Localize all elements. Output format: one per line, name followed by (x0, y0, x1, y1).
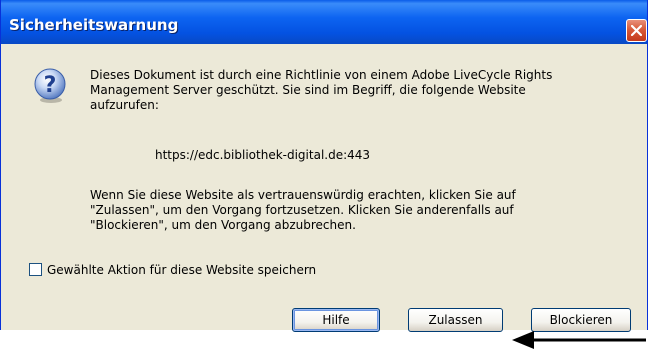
message-line: "Zulassen", um den Vorgang fortzusetzen.… (90, 203, 514, 217)
question-icon: ? (34, 68, 66, 103)
close-button[interactable] (626, 19, 647, 42)
allow-button[interactable]: Zulassen (408, 308, 503, 332)
message-line: Management Server geschützt. Sie sind im… (90, 83, 526, 97)
svg-text:?: ? (44, 73, 57, 98)
block-button[interactable]: Blockieren (531, 308, 631, 332)
remember-checkbox-label[interactable]: Gewählte Aktion für diese Website speich… (47, 263, 316, 277)
message-line: Dieses Dokument ist durch eine Richtlini… (90, 68, 553, 82)
close-icon (631, 25, 642, 36)
dialog-title: Sicherheitswarnung (9, 16, 179, 34)
message-line: aufzurufen: (90, 98, 159, 112)
security-warning-dialog: Sicherheitswarnung ? Dieses Dokument ist… (0, 0, 648, 332)
arrow-annotation (512, 331, 646, 349)
website-url: https://edc.bibliothek-digital.de:443 (155, 148, 371, 162)
message-line: "Blockieren", um den Vorgang abzubrechen… (90, 218, 356, 232)
remember-checkbox[interactable] (29, 263, 42, 276)
title-bar[interactable]: Sicherheitswarnung (1, 0, 647, 44)
message-body: Wenn Sie diese Website als vertrauenswür… (90, 188, 620, 233)
message-intro: Dieses Dokument ist durch eine Richtlini… (90, 68, 620, 113)
message-line: Wenn Sie diese Website als vertrauenswür… (90, 188, 516, 202)
help-button[interactable]: Hilfe (292, 308, 380, 332)
